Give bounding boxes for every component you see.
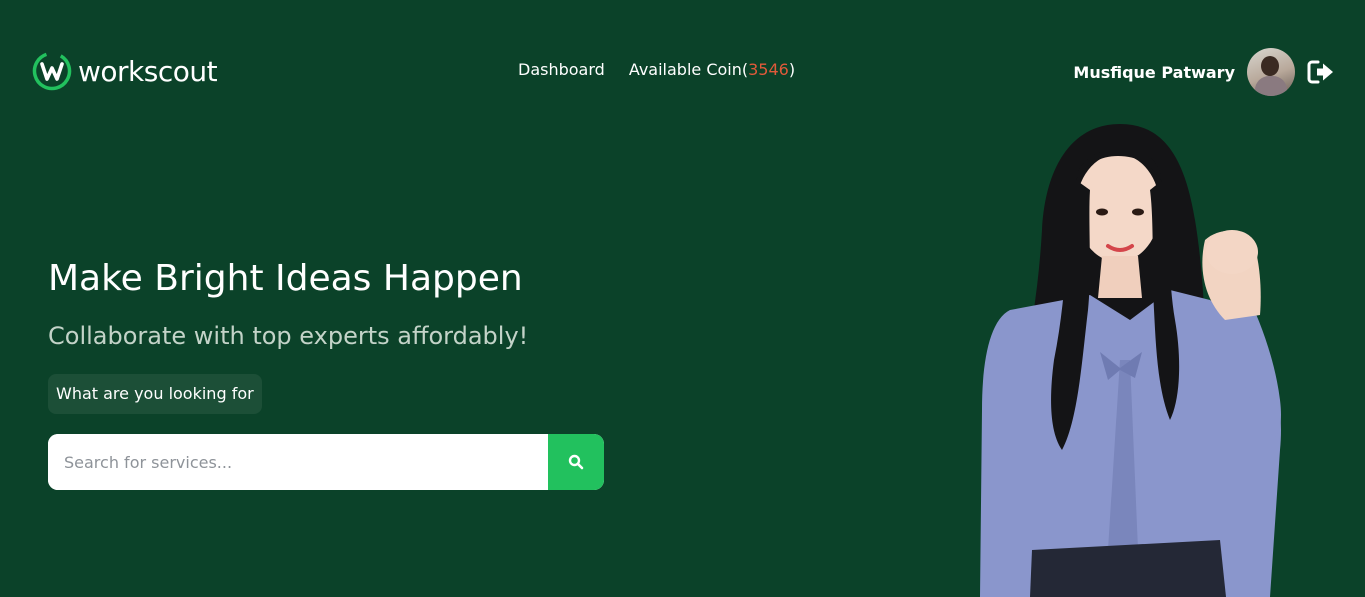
hero-title: Make Bright Ideas Happen	[48, 258, 523, 299]
hero-woman-image	[980, 124, 1281, 597]
w-circle-logo-icon	[32, 51, 72, 91]
coin-close: )	[788, 60, 796, 79]
sign-out-icon[interactable]	[1307, 59, 1335, 85]
user-name: Musfique Patwary	[1073, 62, 1235, 82]
main-nav: Dashboard Available Coin(3546)	[518, 60, 795, 79]
coin-value: 3546	[748, 60, 789, 79]
search-icon	[568, 454, 584, 470]
search-input[interactable]	[48, 434, 548, 490]
user-avatar[interactable]	[1247, 48, 1295, 96]
nav-dashboard-link[interactable]: Dashboard	[518, 60, 605, 79]
search-prompt-pill: What are you looking for	[48, 374, 262, 414]
service-search-bar	[48, 434, 604, 490]
brand-name: workscout	[78, 54, 218, 88]
available-coin: Available Coin(3546)	[629, 60, 795, 79]
brand-logo[interactable]: workscout	[32, 51, 218, 91]
user-menu: Musfique Patwary	[1073, 48, 1335, 96]
hero-subtitle: Collaborate with top experts affordably!	[48, 322, 529, 350]
search-button[interactable]	[548, 434, 604, 490]
coin-label: Available Coin(	[628, 60, 749, 79]
